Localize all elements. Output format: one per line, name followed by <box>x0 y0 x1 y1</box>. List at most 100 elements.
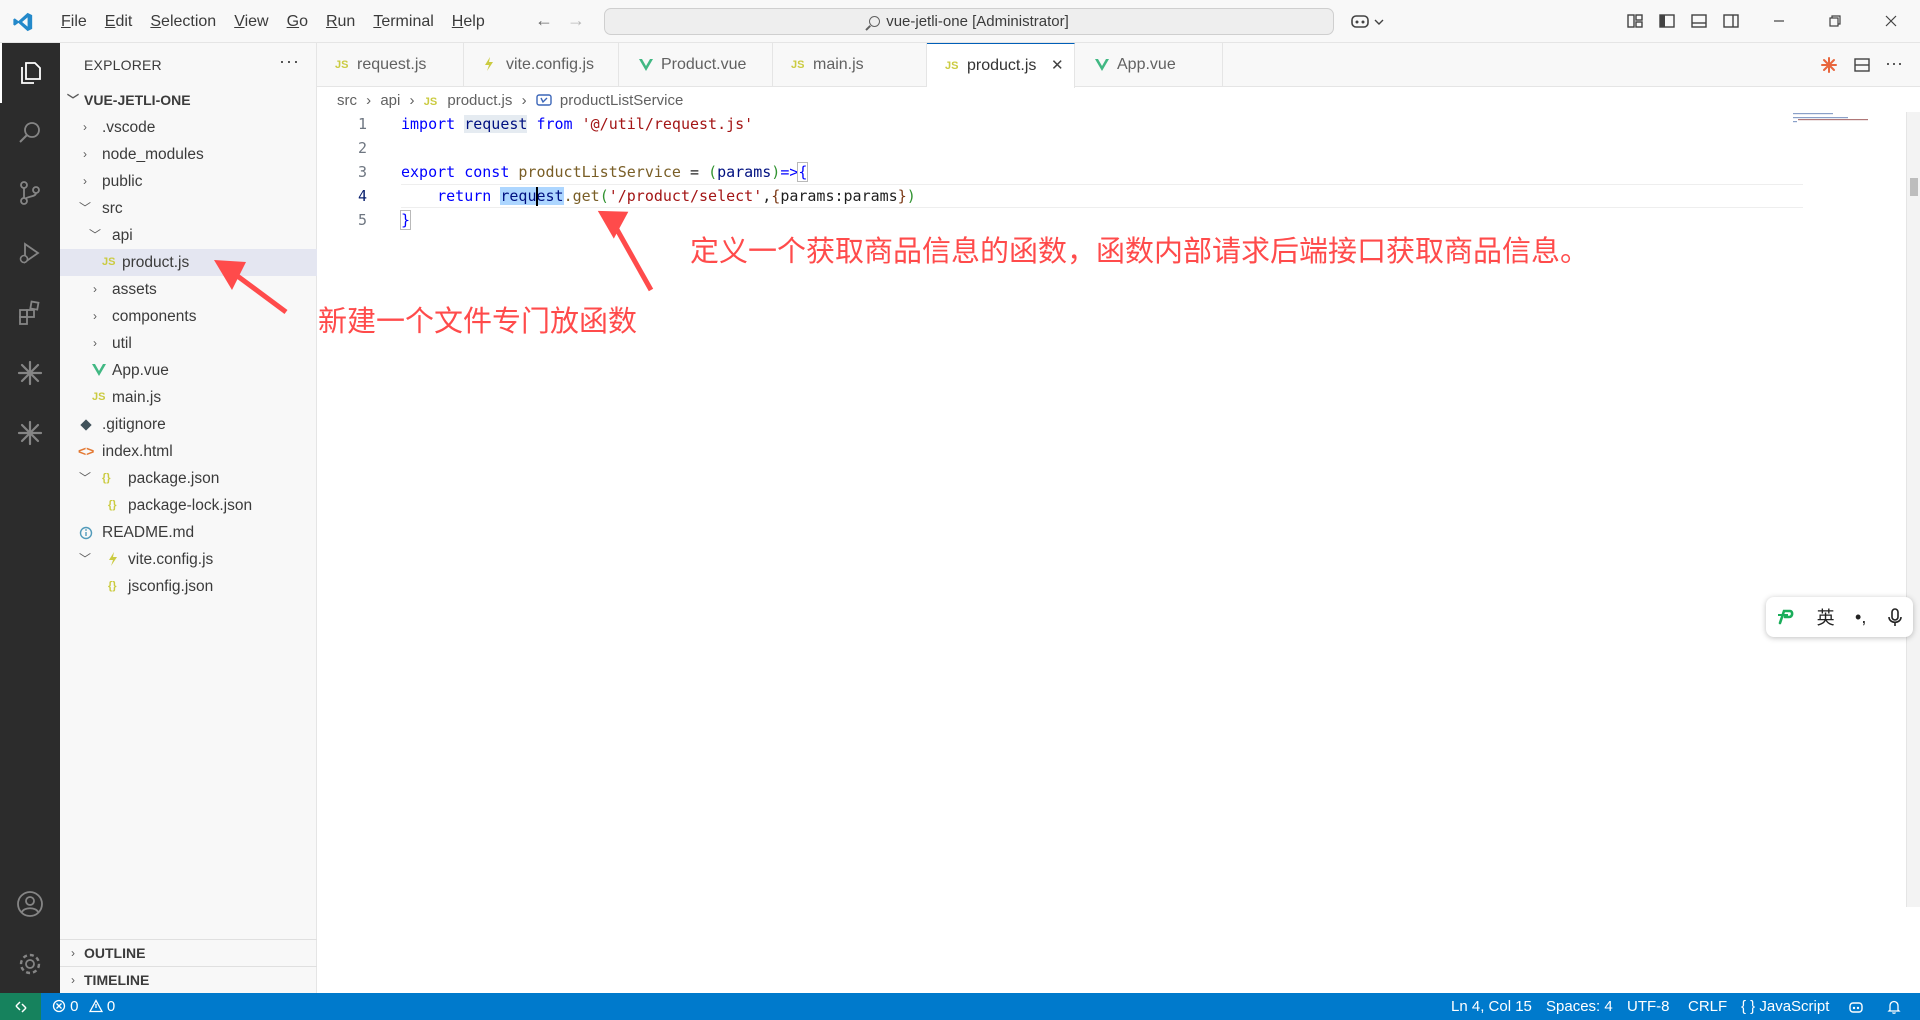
command-center[interactable]: vue-jetli-one [Administrator] <box>604 8 1334 35</box>
chevron-down-icon: ﹀ <box>78 552 91 566</box>
remote-indicator[interactable] <box>0 993 41 1020</box>
breadcrumb-sep: › <box>366 92 372 109</box>
accounts-activity[interactable] <box>0 874 60 934</box>
copilot-icon[interactable] <box>1350 12 1388 30</box>
extensions-activity[interactable] <box>0 283 60 343</box>
tree-item-assets[interactable]: › assets <box>60 276 317 303</box>
tree-item-package-json[interactable]: ﹀ {} package.json <box>60 465 317 492</box>
code-token: } <box>897 187 907 205</box>
command-center-label: vue-jetli-one [Administrator] <box>886 13 1069 30</box>
microphone-icon[interactable] <box>1887 607 1903 627</box>
source-control-icon <box>20 181 40 205</box>
project-root[interactable]: ﹀ VUE-JETLI-ONE <box>60 87 317 114</box>
minimap[interactable] <box>1790 112 1905 124</box>
toggle-panel-icon[interactable] <box>1690 12 1708 30</box>
line-ending[interactable]: CRLF <box>1688 993 1727 1020</box>
manage-activity[interactable] <box>0 934 60 994</box>
tree-item-node-modules[interactable]: › node_modules <box>60 141 317 168</box>
tree-item-label: jsconfig.json <box>128 578 214 595</box>
extension-activity-1[interactable] <box>0 343 60 403</box>
json-file-icon: {} <box>108 499 117 511</box>
close-tab-icon[interactable]: ✕ <box>1051 44 1064 88</box>
tree-item-public[interactable]: › public <box>60 168 317 195</box>
tree-item-components[interactable]: › components <box>60 303 317 330</box>
breadcrumb-api[interactable]: api <box>380 92 400 109</box>
tree-item-main-js[interactable]: JS main.js <box>60 384 317 411</box>
tree-item-vscode[interactable]: › .vscode <box>60 114 317 141</box>
breadcrumb-src[interactable]: src <box>337 92 357 109</box>
forward-arrow-icon[interactable]: → <box>567 10 585 31</box>
code-token: export <box>401 163 456 181</box>
cursor-position[interactable]: Ln 4, Col 15 <box>1451 993 1532 1020</box>
split-editor-icon[interactable] <box>1853 56 1871 74</box>
menu-view[interactable]: View <box>225 12 277 32</box>
breadcrumb-symbol[interactable]: productListService <box>560 92 683 109</box>
tree-item-src[interactable]: ﹀ src <box>60 195 317 222</box>
language-label: JavaScript <box>1759 998 1830 1015</box>
editor-tabs: JS request.js vite.config.js Product.vue… <box>317 43 1920 88</box>
breadcrumb-file[interactable]: product.js <box>447 92 512 109</box>
tab-label: Product.vue <box>661 56 747 73</box>
tree-item-vite-config[interactable]: ﹀ vite.config.js <box>60 546 317 573</box>
tree-item-product-js[interactable]: JS product.js <box>60 249 317 276</box>
tab-label: product.js <box>967 57 1037 74</box>
code-token: , <box>762 187 772 205</box>
code-line-3: export const productListService = (param… <box>401 162 809 182</box>
chevron-right-icon: › <box>71 973 75 987</box>
tab-vite-config[interactable]: vite.config.js <box>464 43 619 87</box>
timeline-section[interactable]: › TIMELINE <box>60 966 317 993</box>
tree-item-jsconfig-json[interactable]: {} jsconfig.json <box>60 573 317 600</box>
menu-terminal[interactable]: Terminal <box>364 12 442 32</box>
chevron-down-icon: ﹀ <box>66 93 79 107</box>
outline-section[interactable]: › OUTLINE <box>60 939 317 966</box>
close-window-icon[interactable] <box>1882 12 1900 30</box>
toggle-primary-sidebar-icon[interactable] <box>1658 12 1676 30</box>
explorer-sidebar: EXPLORER ··· ﹀ VUE-JETLI-ONE › .vscode ›… <box>60 43 317 993</box>
menu-file[interactable]: File <box>52 12 96 32</box>
problems-indicator[interactable]: 0 0 <box>52 993 115 1020</box>
source-control-activity[interactable] <box>0 163 60 223</box>
sparkle-action-icon[interactable] <box>1820 56 1838 74</box>
notifications-bell-icon[interactable] <box>1886 999 1902 1015</box>
chevron-right-icon: › <box>93 336 97 350</box>
tree-item-package-lock-json[interactable]: {} package-lock.json <box>60 492 317 519</box>
tab-main-js[interactable]: JS main.js <box>773 43 927 87</box>
more-actions-icon[interactable]: ··· <box>1885 53 1903 74</box>
search-activity[interactable] <box>0 103 60 163</box>
language-mode[interactable]: { } JavaScript <box>1741 993 1829 1020</box>
tree-item-app-vue[interactable]: App.vue <box>60 357 317 384</box>
ime-language-toggle[interactable]: 英 <box>1817 604 1835 630</box>
tab-product-js[interactable]: JS product.js ✕ <box>927 43 1075 88</box>
scrollbar-thumb[interactable] <box>1910 178 1918 196</box>
explorer-activity[interactable] <box>0 43 60 103</box>
vertical-scrollbar[interactable] <box>1906 112 1920 907</box>
back-arrow-icon[interactable]: ← <box>535 10 553 31</box>
menu-run[interactable]: Run <box>317 12 364 32</box>
indentation[interactable]: Spaces: 4 <box>1546 993 1613 1020</box>
copilot-status-icon[interactable] <box>1848 999 1864 1015</box>
menu-help[interactable]: Help <box>443 12 494 32</box>
tab-product-vue[interactable]: Product.vue <box>619 43 773 87</box>
code-token: ( <box>599 187 609 205</box>
encoding[interactable]: UTF-8 <box>1627 993 1670 1020</box>
tab-app-vue[interactable]: App.vue <box>1075 43 1223 87</box>
run-debug-activity[interactable] <box>0 223 60 283</box>
toggle-secondary-sidebar-icon[interactable] <box>1722 12 1740 30</box>
extension-activity-2[interactable] <box>0 403 60 463</box>
customize-layout-icon[interactable] <box>1626 12 1644 30</box>
tree-item-readme[interactable]: README.md <box>60 519 317 546</box>
ime-punctuation-toggle[interactable]: •, <box>1855 607 1866 628</box>
tree-item-util[interactable]: › util <box>60 330 317 357</box>
menu-edit[interactable]: Edit <box>96 12 142 32</box>
restore-icon[interactable] <box>1826 12 1844 30</box>
menu-selection[interactable]: Selection <box>141 12 225 32</box>
tree-item-label: main.js <box>112 389 162 406</box>
tab-request-js[interactable]: JS request.js <box>317 43 464 87</box>
more-actions-icon[interactable]: ··· <box>279 51 300 72</box>
tree-item-api[interactable]: ﹀ api <box>60 222 317 249</box>
minimize-icon[interactable] <box>1770 12 1788 30</box>
ime-logo-icon[interactable] <box>1776 607 1796 627</box>
menu-go[interactable]: Go <box>278 12 317 32</box>
tree-item-index-html[interactable]: <> index.html <box>60 438 317 465</box>
tree-item-gitignore[interactable]: .gitignore <box>60 411 317 438</box>
